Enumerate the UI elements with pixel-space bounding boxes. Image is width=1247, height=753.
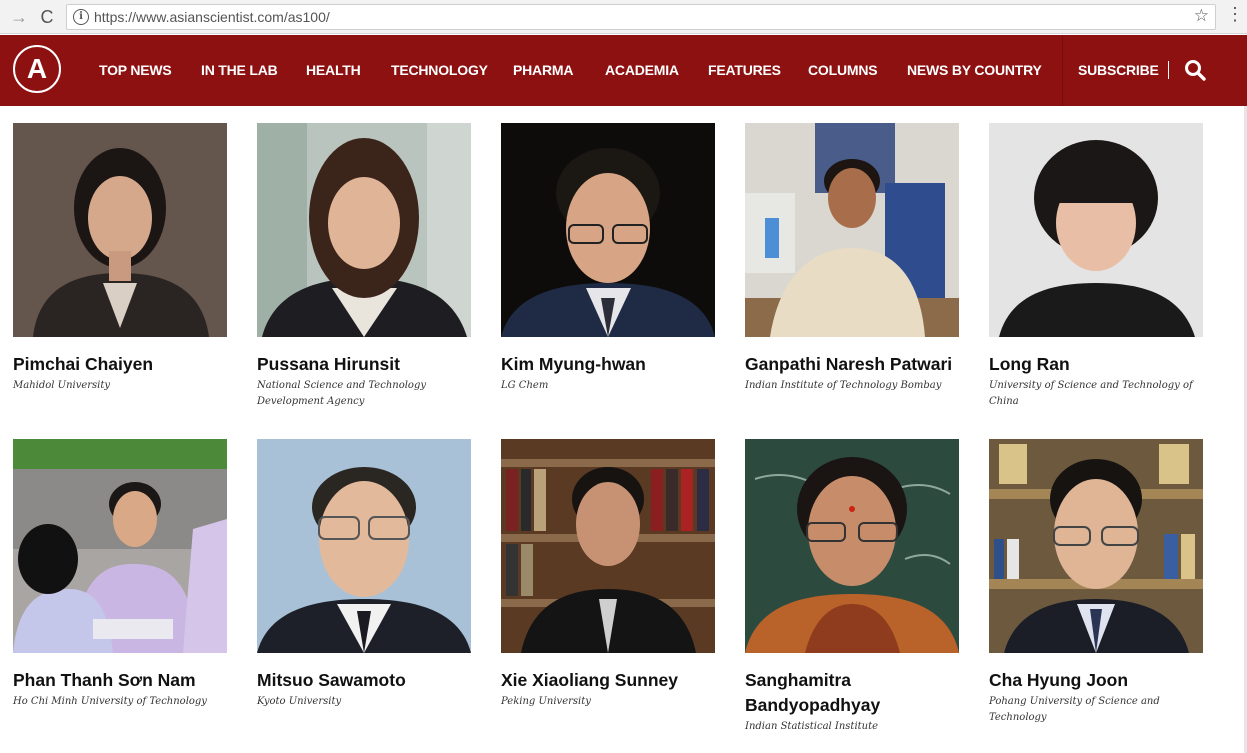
nav-pharma[interactable]: PHARMA — [513, 62, 573, 78]
profile-photo[interactable] — [501, 439, 715, 653]
profile-card[interactable]: Pimchai Chaiyen Mahidol University — [13, 123, 227, 394]
profile-card[interactable]: Pussana Hirunsit National Science and Te… — [257, 123, 471, 409]
person-affiliation: Indian Institute of Technology Bombay — [745, 380, 942, 391]
profile-photo[interactable] — [989, 123, 1203, 337]
profile-card[interactable]: Mitsuo Sawamoto Kyoto University — [257, 439, 471, 710]
person-affiliation: Ho Chi Minh University of Technology — [13, 696, 207, 707]
person-name[interactable]: Sanghamitra Bandyopadhyay — [745, 668, 959, 718]
person-affiliation: Mahidol University — [13, 380, 111, 391]
person-name[interactable]: Phan Thanh Sơn Nam — [13, 668, 227, 693]
nav-technology[interactable]: TECHNOLOGY — [391, 62, 488, 78]
profile-card[interactable]: Kim Myung-hwan LG Chem — [501, 123, 715, 394]
person-name[interactable]: Pussana Hirunsit — [257, 352, 471, 377]
profile-card[interactable]: Sanghamitra Bandyopadhyay Indian Statist… — [745, 439, 959, 735]
nav-in-the-lab[interactable]: IN THE LAB — [201, 62, 278, 78]
profile-photo[interactable] — [257, 439, 471, 653]
person-name[interactable]: Ganpathi Naresh Patwari — [745, 352, 959, 377]
address-bar[interactable]: i https://www.asianscientist.com/as100/ … — [66, 4, 1216, 30]
person-affiliation: National Science and Technology Developm… — [257, 380, 426, 407]
nav-news-by-country[interactable]: NEWS BY COUNTRY — [907, 62, 1042, 78]
logo-letter: A — [17, 49, 57, 89]
url-text[interactable]: https://www.asianscientist.com/as100/ — [94, 9, 330, 25]
profile-card[interactable]: Cha Hyung Joon Pohang University of Scie… — [989, 439, 1203, 725]
subscribe-link[interactable]: SUBSCRIBE — [1078, 62, 1159, 78]
profile-photo[interactable] — [989, 439, 1203, 653]
person-affiliation: LG Chem — [501, 380, 549, 391]
person-affiliation: Kyoto University — [257, 696, 342, 707]
person-affiliation: University of Science and Technology of … — [989, 380, 1193, 407]
person-affiliation: Pohang University of Science and Technol… — [989, 696, 1160, 723]
profile-card[interactable]: Phan Thanh Sơn Nam Ho Chi Minh Universit… — [13, 439, 227, 710]
person-name[interactable]: Xie Xiaoliang Sunney — [501, 668, 715, 693]
nav-divider — [1062, 35, 1063, 106]
person-name[interactable]: Long Ran — [989, 352, 1203, 377]
profile-photo[interactable] — [745, 123, 959, 337]
nav-health[interactable]: HEALTH — [306, 62, 361, 78]
profile-photo[interactable] — [745, 439, 959, 653]
profile-card[interactable]: Xie Xiaoliang Sunney Peking University — [501, 439, 715, 710]
person-name[interactable]: Pimchai Chaiyen — [13, 352, 227, 377]
person-name[interactable]: Kim Myung-hwan — [501, 352, 715, 377]
profile-card[interactable]: Ganpathi Naresh Patwari Indian Institute… — [745, 123, 959, 394]
bookmark-star-icon[interactable]: ☆ — [1194, 6, 1209, 26]
subscribe-divider — [1168, 61, 1169, 79]
person-name[interactable]: Cha Hyung Joon — [989, 668, 1203, 693]
nav-top-news[interactable]: TOP NEWS — [99, 62, 172, 78]
nav-features[interactable]: FEATURES — [708, 62, 781, 78]
profile-photo[interactable] — [501, 123, 715, 337]
search-icon[interactable] — [1184, 59, 1206, 81]
reload-icon[interactable]: C — [36, 6, 58, 28]
person-affiliation: Peking University — [501, 696, 591, 707]
profile-photo[interactable] — [13, 123, 227, 337]
nav-columns[interactable]: COLUMNS — [808, 62, 878, 78]
person-name[interactable]: Mitsuo Sawamoto — [257, 668, 471, 693]
back-arrow-icon[interactable]: → — [8, 6, 30, 28]
nav-academia[interactable]: ACADEMIA — [605, 62, 679, 78]
info-icon[interactable]: i — [73, 9, 89, 25]
site-navigation: A TOP NEWS IN THE LAB HEALTH TECHNOLOGY … — [0, 35, 1247, 106]
browser-toolbar: → C i https://www.asianscientist.com/as1… — [0, 0, 1247, 34]
person-affiliation: Indian Statistical Institute — [745, 721, 879, 732]
profile-card[interactable]: Long Ran University of Science and Techn… — [989, 123, 1203, 409]
profile-photo[interactable] — [257, 123, 471, 337]
browser-menu-icon[interactable]: ⋮ — [1226, 4, 1244, 25]
profile-photo[interactable] — [13, 439, 227, 653]
site-logo[interactable]: A — [13, 45, 61, 93]
